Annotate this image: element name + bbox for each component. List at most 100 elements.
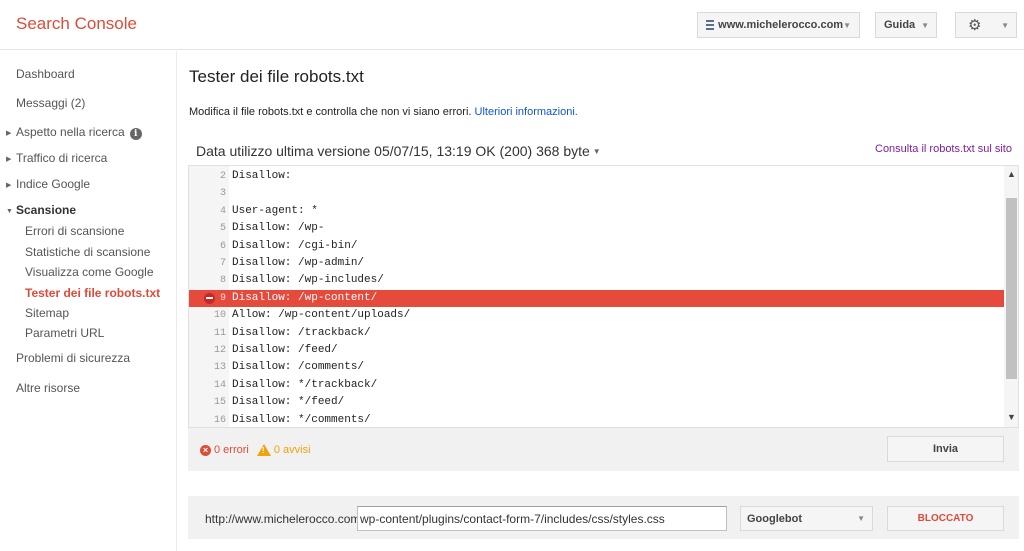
sidebar-item-robots-tester[interactable]: Tester dei file robots.txt [25, 286, 160, 300]
robots-editor[interactable]: 2 Disallow: 3 4 User-agent: * 5 Disallow: /wp-… [188, 165, 1019, 428]
line-text: Disallow: /trackback/ [232, 326, 371, 339]
sidebar-item-url-parameters[interactable]: Parametri URL [25, 326, 104, 340]
sidebar-item-other-resources[interactable]: Altre risorse [16, 381, 80, 395]
code-line[interactable]: 12 Disallow: /feed/ [189, 342, 1004, 359]
validation-status: × 0 errori ! 0 avvisi [200, 444, 311, 456]
line-number: 5 [219, 223, 226, 235]
chevron-down-icon: ▼ [843, 20, 851, 30]
help-button[interactable]: Guida ▼ [875, 12, 937, 38]
scroll-thumb[interactable] [1006, 198, 1017, 379]
errors-count[interactable]: 0 errori [214, 444, 249, 456]
code-line[interactable]: 2 Disallow: [189, 168, 1004, 185]
line-number: 2 [219, 171, 226, 182]
code-line[interactable]: 5 Disallow: /wp- [189, 220, 1004, 237]
help-label: Guida [884, 19, 916, 31]
line-text: Disallow: /wp-admin/ [232, 257, 365, 269]
line-text: Disallow: /wp-includes/ [232, 274, 384, 287]
sidebar-item-crawl[interactable]: ▼ Scansione [6, 203, 76, 217]
line-text: User-agent: * [232, 204, 318, 217]
live-robots-link[interactable]: Consulta il robots.txt sul sito [875, 143, 1012, 155]
triangle-right-icon: ▶ [6, 130, 12, 137]
sidebar-item-google-index[interactable]: ▶ Indice Google [6, 177, 90, 191]
triangle-right-icon: ▶ [6, 182, 12, 189]
learn-more-link[interactable]: Ulteriori informazioni. [475, 106, 578, 118]
line-text: Disallow: */comments/ [232, 413, 371, 426]
sidebar-item-label: Aspetto nella ricerca [16, 125, 125, 139]
version-selector[interactable]: Data utilizzo ultima versione 05/07/15, … [196, 143, 601, 159]
scroll-up-icon[interactable]: ▲ [1004, 169, 1018, 179]
top-bar: Search Console www.michelerocco.com ▼ Gu… [0, 0, 1024, 50]
line-text: Disallow: */feed/ [232, 396, 345, 409]
code-line[interactable]: 8 Disallow: /wp-includes/ [189, 272, 1004, 289]
line-text: Disallow: /wp-content/ [232, 291, 378, 304]
line-number: 9 [219, 292, 226, 304]
version-label: Data utilizzo ultima versione 05/07/15, … [196, 143, 590, 159]
page-description: Modifica il file robots.txt e controlla … [189, 106, 578, 118]
chevron-down-icon: ▼ [857, 514, 865, 523]
line-number: 12 [213, 345, 226, 356]
sidebar-item-sitemap[interactable]: Sitemap [25, 306, 69, 320]
code-line[interactable]: 13 Disallow: /comments/ [189, 359, 1004, 376]
line-number: 15 [213, 397, 226, 409]
error-icon: × [200, 444, 211, 456]
settings-button[interactable]: ⚙ ▼ [955, 12, 1017, 38]
code-line[interactable]: 10 Allow: /wp-content/uploads/ [189, 307, 1004, 324]
sidebar-item-messages[interactable]: Messaggi (2) [16, 96, 85, 110]
line-number: 8 [219, 275, 226, 287]
line-number: 10 [213, 310, 226, 322]
base-url: http://www.michelerocco.com/ [205, 512, 364, 526]
sidebar-item-crawl-stats[interactable]: Statistiche di scansione [25, 245, 150, 259]
code-line[interactable]: 7 Disallow: /wp-admin/ [189, 255, 1004, 272]
line-number: 3 [219, 188, 226, 200]
line-text: Disallow: [232, 170, 292, 182]
code-line[interactable]: 11 Disallow: /trackback/ [189, 325, 1004, 342]
sidebar-item-search-traffic[interactable]: ▶ Traffico di ricerca [6, 151, 107, 165]
code-line[interactable]: 4 User-agent: * [189, 203, 1004, 220]
line-text: Disallow: */trackback/ [232, 378, 378, 391]
line-text: Allow: /wp-content/uploads/ [232, 309, 411, 322]
code-line[interactable]: 15 Disallow: */feed/ [189, 394, 1004, 411]
line-text: Disallow: /comments/ [232, 361, 365, 374]
line-number: 7 [219, 258, 226, 269]
line-number: 11 [213, 327, 226, 339]
site-selector[interactable]: www.michelerocco.com ▼ [697, 12, 860, 38]
line-text: Disallow: /cgi-bin/ [232, 239, 358, 252]
line-number: 14 [213, 379, 226, 391]
chevron-down-icon: ▼ [921, 20, 929, 30]
line-text: Disallow: /wp- [232, 222, 325, 235]
scroll-down-icon[interactable]: ▼ [1004, 412, 1018, 422]
sidebar-item-fetch-as-google[interactable]: Visualizza come Google [25, 265, 154, 279]
editor-scrollbar[interactable]: ▲ ▼ [1004, 166, 1018, 427]
warnings-count[interactable]: 0 avvisi [274, 444, 311, 456]
line-number: 6 [219, 240, 226, 252]
sidebar-item-dashboard[interactable]: Dashboard [16, 67, 75, 81]
code-line[interactable]: 6 Disallow: /cgi-bin/ [189, 238, 1004, 255]
site-icon [706, 20, 715, 30]
code-line-error[interactable]: 9 Disallow: /wp-content/ [189, 289, 1004, 308]
sidebar-item-security[interactable]: Problemi di sicurezza [16, 351, 130, 365]
chevron-down-icon: ▼ [1001, 20, 1009, 30]
sidebar-item-crawl-errors[interactable]: Errori di scansione [25, 224, 124, 238]
submit-button[interactable]: Invia [887, 436, 1004, 462]
triangle-down-icon: ▼ [6, 208, 13, 215]
code-line[interactable]: 3 [189, 185, 1004, 202]
description-text: Modifica il file robots.txt e controlla … [189, 106, 472, 118]
code-line[interactable]: 16 Disallow: */comments/ [189, 412, 1004, 427]
warning-icon: ! [256, 444, 271, 456]
site-label: www.michelerocco.com [718, 19, 844, 31]
url-path-input[interactable] [357, 506, 727, 531]
line-text: Disallow: /feed/ [232, 344, 338, 356]
sidebar-item-label: Traffico di ricerca [16, 151, 108, 165]
sidebar-item-search-appearance[interactable]: ▶ Aspetto nella ricerca i [6, 125, 142, 140]
user-agent-select[interactable]: Googlebot ▼ [740, 506, 873, 531]
line-number: 4 [219, 205, 226, 217]
gear-icon: ⚙ [968, 17, 982, 34]
user-agent-label: Googlebot [747, 512, 802, 525]
editor-panel: 2 Disallow: 3 4 User-agent: * 5 Disallow: /wp-… [188, 165, 1019, 471]
info-icon[interactable]: i [129, 128, 142, 140]
test-result-button[interactable]: BLOCCATO [887, 506, 1004, 531]
app-logo[interactable]: Search Console [16, 14, 137, 34]
code-line[interactable]: 14 Disallow: */trackback/ [189, 377, 1004, 394]
chevron-down-icon: ▼ [592, 147, 601, 156]
page-title: Tester dei file robots.txt [189, 67, 364, 86]
